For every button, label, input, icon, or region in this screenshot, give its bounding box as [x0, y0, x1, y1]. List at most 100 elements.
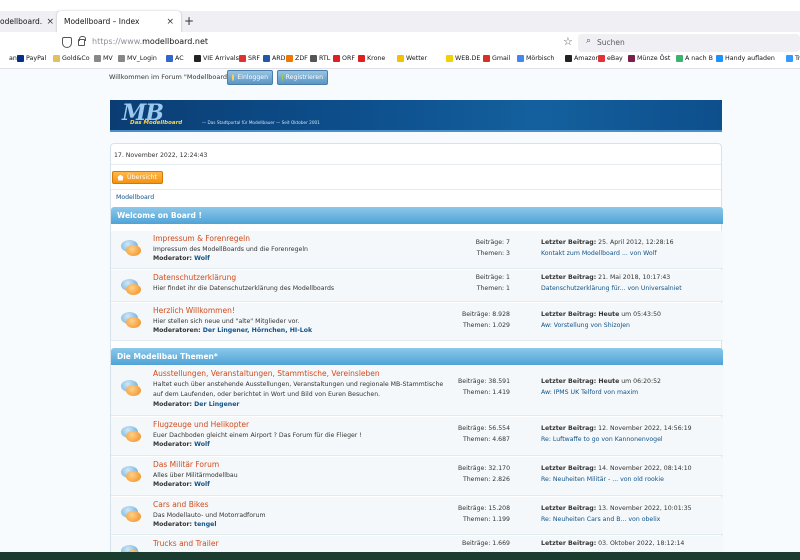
forum-title-link[interactable]: Flugzeuge und Helikopter — [153, 420, 249, 429]
last-post-link[interactable]: Re: Luftwaffe to go von Kannonenvogel — [541, 436, 663, 443]
bookmark-item[interactable]: WEB.DE — [446, 55, 480, 62]
last-post-info: Letzter Beitrag: 13. November 2022, 10:0… — [541, 505, 692, 512]
moderator-link[interactable]: Wolf — [194, 255, 210, 262]
bookmark-item[interactable]: MV — [94, 55, 113, 62]
overview-button[interactable]: Übersicht — [112, 171, 164, 184]
last-post-link[interactable]: Datenschutzerklärung für... von Universa… — [541, 285, 682, 292]
moderator-link[interactable]: Der Lingener — [194, 401, 239, 408]
login-button[interactable]: Einloggen — [227, 70, 273, 85]
bookmark-label: ARD — [272, 55, 286, 62]
bookmark-label: Gold&Co — [62, 55, 90, 62]
bookmark-item[interactable]: Münze Öst — [628, 55, 670, 62]
bookmark-item[interactable]: Krone — [358, 55, 385, 62]
bookmark-item[interactable]: Mörbisch — [517, 55, 554, 62]
moderator-label: Moderator: — [153, 481, 192, 488]
category-header[interactable]: Welcome on Board ! — [111, 207, 723, 224]
forum-topics-count: Themen: 1.419 — [462, 389, 510, 396]
forum-title-link[interactable]: Cars and Bikes — [153, 500, 209, 509]
forum-title-link[interactable]: Ausstellungen, Veranstaltungen, Stammtis… — [153, 369, 380, 378]
close-tab-icon[interactable]: × — [166, 17, 174, 27]
close-tab-icon[interactable]: × — [46, 17, 54, 27]
taskbar — [0, 552, 800, 560]
bookmark-label: WEB.DE — [455, 55, 481, 62]
last-post-label: Letzter Beitrag: — [541, 505, 597, 512]
forum-title-link[interactable]: Herzlich Willkommen! — [153, 306, 235, 315]
moderator-link[interactable]: Wolf — [194, 481, 210, 488]
forum-description: Hier stellen sich neue und "alte" Mitgli… — [153, 318, 300, 325]
forum-description: Das Modellauto- und Motorradforum — [153, 512, 266, 519]
forum-topics-count: Themen: 3 — [476, 250, 510, 257]
forum-description: Alles über Militärmodellbau — [153, 472, 238, 479]
moderator-label: Moderator: — [153, 521, 192, 528]
moderator-label: Moderatoren: — [153, 327, 201, 334]
bookmark-item[interactable]: ARD — [263, 55, 286, 62]
bookmark-favicon-icon — [286, 55, 293, 62]
forum-description: Haltet euch über anstehende Ausstellunge… — [153, 381, 444, 398]
bookmark-item[interactable]: SRF — [239, 55, 260, 62]
forum-row: Cars and Bikes Das Modellauto- und Motorr… — [111, 497, 723, 535]
bookmark-item[interactable]: Wetter — [397, 55, 427, 62]
last-post-date: 25. April 2012, 12:28:16 — [598, 239, 674, 246]
last-post-link[interactable]: Aw: IPMS UK Telford von maxim — [541, 389, 638, 396]
bookmark-item[interactable]: VIE Arrivals — [194, 55, 239, 62]
bookmark-item[interactable]: MV_Login — [118, 55, 157, 62]
forum-moderators: Moderator: Wolf — [153, 441, 210, 448]
last-post-link[interactable]: Re: Neuheiten Cars and B... von obelix — [541, 516, 660, 523]
forum-topics-count: Themen: 1 — [476, 285, 510, 292]
forum-posts-count: Beiträge: 1.669 — [461, 540, 510, 547]
last-post-label: Letzter Beitrag: — [541, 239, 597, 246]
moderator-link[interactable]: Wolf — [194, 441, 210, 448]
bookmark-item[interactable]: Amazon — [565, 55, 599, 62]
forum-moderators: Moderator: Wolf — [153, 481, 210, 488]
moderator-link[interactable]: Der Lingener, Hörnchen, HI-Lok — [203, 327, 312, 334]
bookmark-label: Wetter — [406, 55, 428, 62]
bookmark-favicon-icon — [310, 55, 317, 62]
forum-title-link[interactable]: Datenschutzerklärung — [153, 273, 236, 282]
bookmark-label: Gmail — [492, 55, 511, 62]
url-bar[interactable]: https://www.modellboard.net — [92, 37, 208, 46]
forum-posts-count: Beiträge: 32.170 — [458, 465, 510, 472]
bookmark-item[interactable]: AC — [166, 55, 184, 62]
bookmark-item[interactable]: Trans — [786, 55, 800, 62]
forum-posts-count: Beiträge: 38.591 — [458, 378, 510, 385]
lock-icon[interactable] — [78, 36, 86, 46]
forum-row: Impressum & Forenregeln Impressum des Mod… — [111, 231, 723, 269]
site-banner[interactable]: MB Das Modellboard — Das Stadtportal für… — [110, 100, 722, 132]
bookmark-item[interactable]: ZDF — [286, 55, 308, 62]
bookmark-favicon-icon — [53, 55, 60, 62]
bookmark-favicon-icon — [94, 55, 101, 62]
category-header[interactable]: Die Modellbau Themen* — [111, 348, 723, 365]
bookmark-item[interactable]: PayPal — [17, 55, 46, 62]
pencil-icon — [282, 74, 283, 81]
forum-moderators: Moderator: Der Lingener — [153, 401, 239, 408]
forum-topics-count: Themen: 1.199 — [462, 516, 510, 523]
bookmark-item[interactable]: ORF — [333, 55, 355, 62]
new-tab-button[interactable]: + — [184, 14, 194, 28]
bookmark-item[interactable]: Handy aufladen — [716, 55, 775, 62]
current-date: 17. November 2022, 12:24:43 — [114, 152, 208, 159]
bookmark-item[interactable]: Gold&Co — [53, 55, 90, 62]
nav-bar: https://www.modellboard.net ☆ ⌕ Suchen — [0, 32, 800, 54]
bookmark-item[interactable]: eBay — [598, 55, 623, 62]
tab-modellboard-inactive[interactable]: odellboard.net × — [0, 11, 56, 32]
shield-icon[interactable] — [62, 37, 72, 48]
moderator-link[interactable]: tengel — [194, 521, 216, 528]
forum-title-link[interactable]: Das Militär Forum — [153, 460, 219, 469]
url-domain: modellboard.net — [142, 37, 209, 46]
bookmark-item[interactable]: Gmail — [483, 55, 510, 62]
bookmark-item[interactable]: RTL — [310, 55, 330, 62]
last-post-link[interactable]: Aw: Vorstellung von ShizoJen — [541, 322, 630, 329]
breadcrumb[interactable]: Modellboard — [116, 194, 154, 201]
forum-title-link[interactable]: Trucks and Trailer — [153, 539, 219, 548]
forum-posts-count: Beiträge: 8.928 — [461, 311, 510, 318]
last-post-date: 03. Oktober 2022, 18:12:14 — [598, 540, 685, 547]
last-post-link[interactable]: Kontakt zum Modellboard ... von Wolf — [541, 250, 657, 257]
last-post-link[interactable]: Re: Neuheiten Militär - ... von old rook… — [541, 476, 664, 483]
tab-modellboard-index[interactable]: Modellboard – Index × — [57, 11, 181, 32]
search-input[interactable]: ⌕ Suchen — [578, 34, 800, 52]
bookmark-star-icon[interactable]: ☆ — [563, 35, 573, 48]
bookmark-item[interactable]: A nach B — [676, 55, 713, 62]
last-post-label: Letzter Beitrag: — [541, 274, 597, 281]
register-button[interactable]: Registrieren — [277, 70, 328, 85]
forum-title-link[interactable]: Impressum & Forenregeln — [153, 234, 250, 243]
